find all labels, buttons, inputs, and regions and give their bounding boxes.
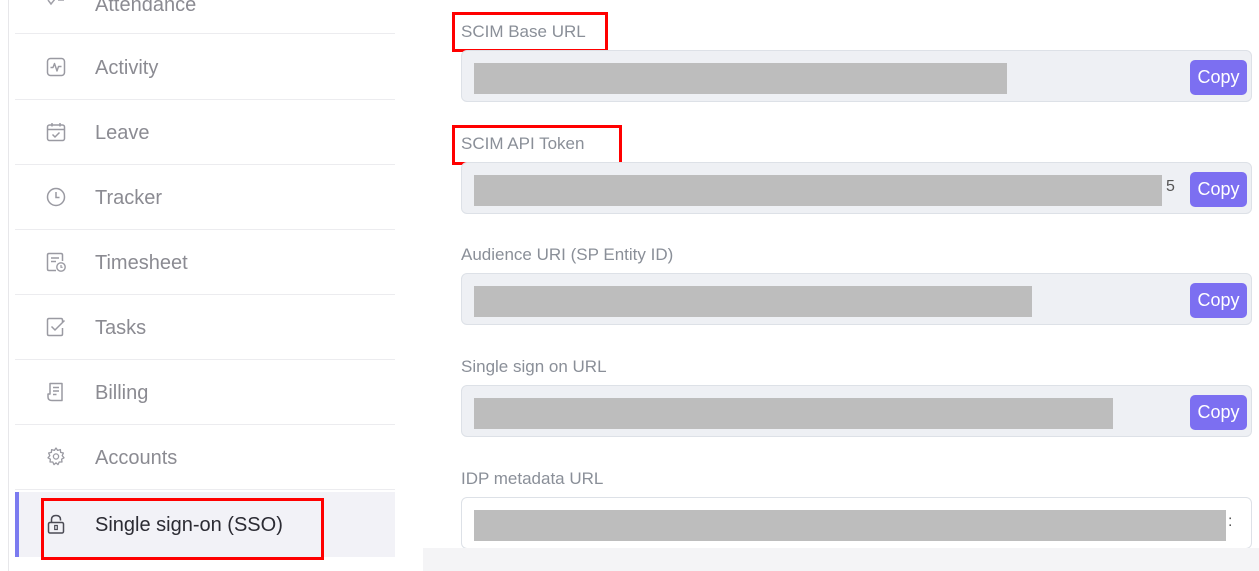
sidebar-item-label: Tracker: [95, 187, 163, 209]
task-check-icon: [45, 316, 67, 338]
scim-api-token-field[interactable]: 5 Copy: [461, 162, 1252, 214]
highlight-box: [41, 498, 324, 560]
highlight-box: [452, 12, 608, 52]
sidebar-item-billing[interactable]: Billing: [15, 360, 395, 425]
audience-uri-label: Audience URI (SP Entity ID): [461, 245, 674, 264]
scim-base-url-field[interactable]: Copy: [461, 50, 1252, 102]
activity-icon: [45, 56, 67, 78]
redacted-value: [474, 510, 1226, 541]
calendar-check-icon: [45, 121, 67, 143]
sso-url-field[interactable]: Copy: [461, 385, 1252, 437]
redacted-value: [474, 398, 1113, 429]
copy-scim-base-url-button[interactable]: Copy: [1190, 60, 1247, 95]
bottom-strip: [423, 548, 1259, 571]
audience-uri-field[interactable]: Copy: [461, 273, 1252, 325]
clock-icon: [45, 186, 67, 208]
receipt-icon: [45, 381, 67, 403]
redacted-value: [474, 286, 1032, 317]
sso-settings-panel: SCIM Base URL Copy SCIM API Token 5 Copy…: [395, 0, 1259, 571]
copy-audience-uri-button[interactable]: Copy: [1190, 283, 1247, 318]
idp-metadata-url-label: IDP metadata URL: [461, 469, 604, 488]
idp-metadata-url-input[interactable]: :: [461, 497, 1252, 549]
attendance-icon: [47, 0, 65, 6]
sidebar-item-accounts[interactable]: Accounts: [15, 425, 395, 490]
redacted-value: [474, 175, 1162, 206]
sidebar-item-label: Timesheet: [95, 252, 188, 274]
sidebar-item-timesheet[interactable]: Timesheet: [15, 230, 395, 295]
sidebar-item-label: Billing: [95, 382, 149, 404]
sidebar-item-leave[interactable]: Leave: [15, 100, 395, 165]
timesheet-icon: [45, 251, 67, 273]
idp-url-overflow-text: :: [1228, 513, 1233, 530]
sidebar-item-label: Accounts: [95, 447, 178, 469]
sso-url-label: Single sign on URL: [461, 357, 607, 376]
sidebar-item-attendance[interactable]: Attendance: [15, 0, 395, 34]
sidebar-item-label: Attendance: [95, 0, 197, 16]
sidebar-item-tasks[interactable]: Tasks: [15, 295, 395, 360]
sidebar-divider: [8, 0, 9, 571]
copy-scim-api-token-button[interactable]: Copy: [1190, 172, 1247, 207]
sidebar-item-label: Tasks: [95, 317, 147, 339]
sidebar-item-activity[interactable]: Activity: [15, 35, 395, 100]
gear-icon: [45, 446, 67, 468]
highlight-box: [452, 125, 622, 165]
redacted-value: [474, 63, 1007, 94]
token-overflow-text: 5: [1166, 178, 1175, 195]
active-indicator: [15, 492, 19, 557]
sidebar-item-label: Activity: [95, 57, 159, 79]
copy-sso-url-button[interactable]: Copy: [1190, 395, 1247, 430]
sidebar: Attendance Activity Leave Tracker Timesh…: [0, 0, 395, 571]
sidebar-item-label: Leave: [95, 122, 150, 144]
sidebar-item-tracker[interactable]: Tracker: [15, 165, 395, 230]
